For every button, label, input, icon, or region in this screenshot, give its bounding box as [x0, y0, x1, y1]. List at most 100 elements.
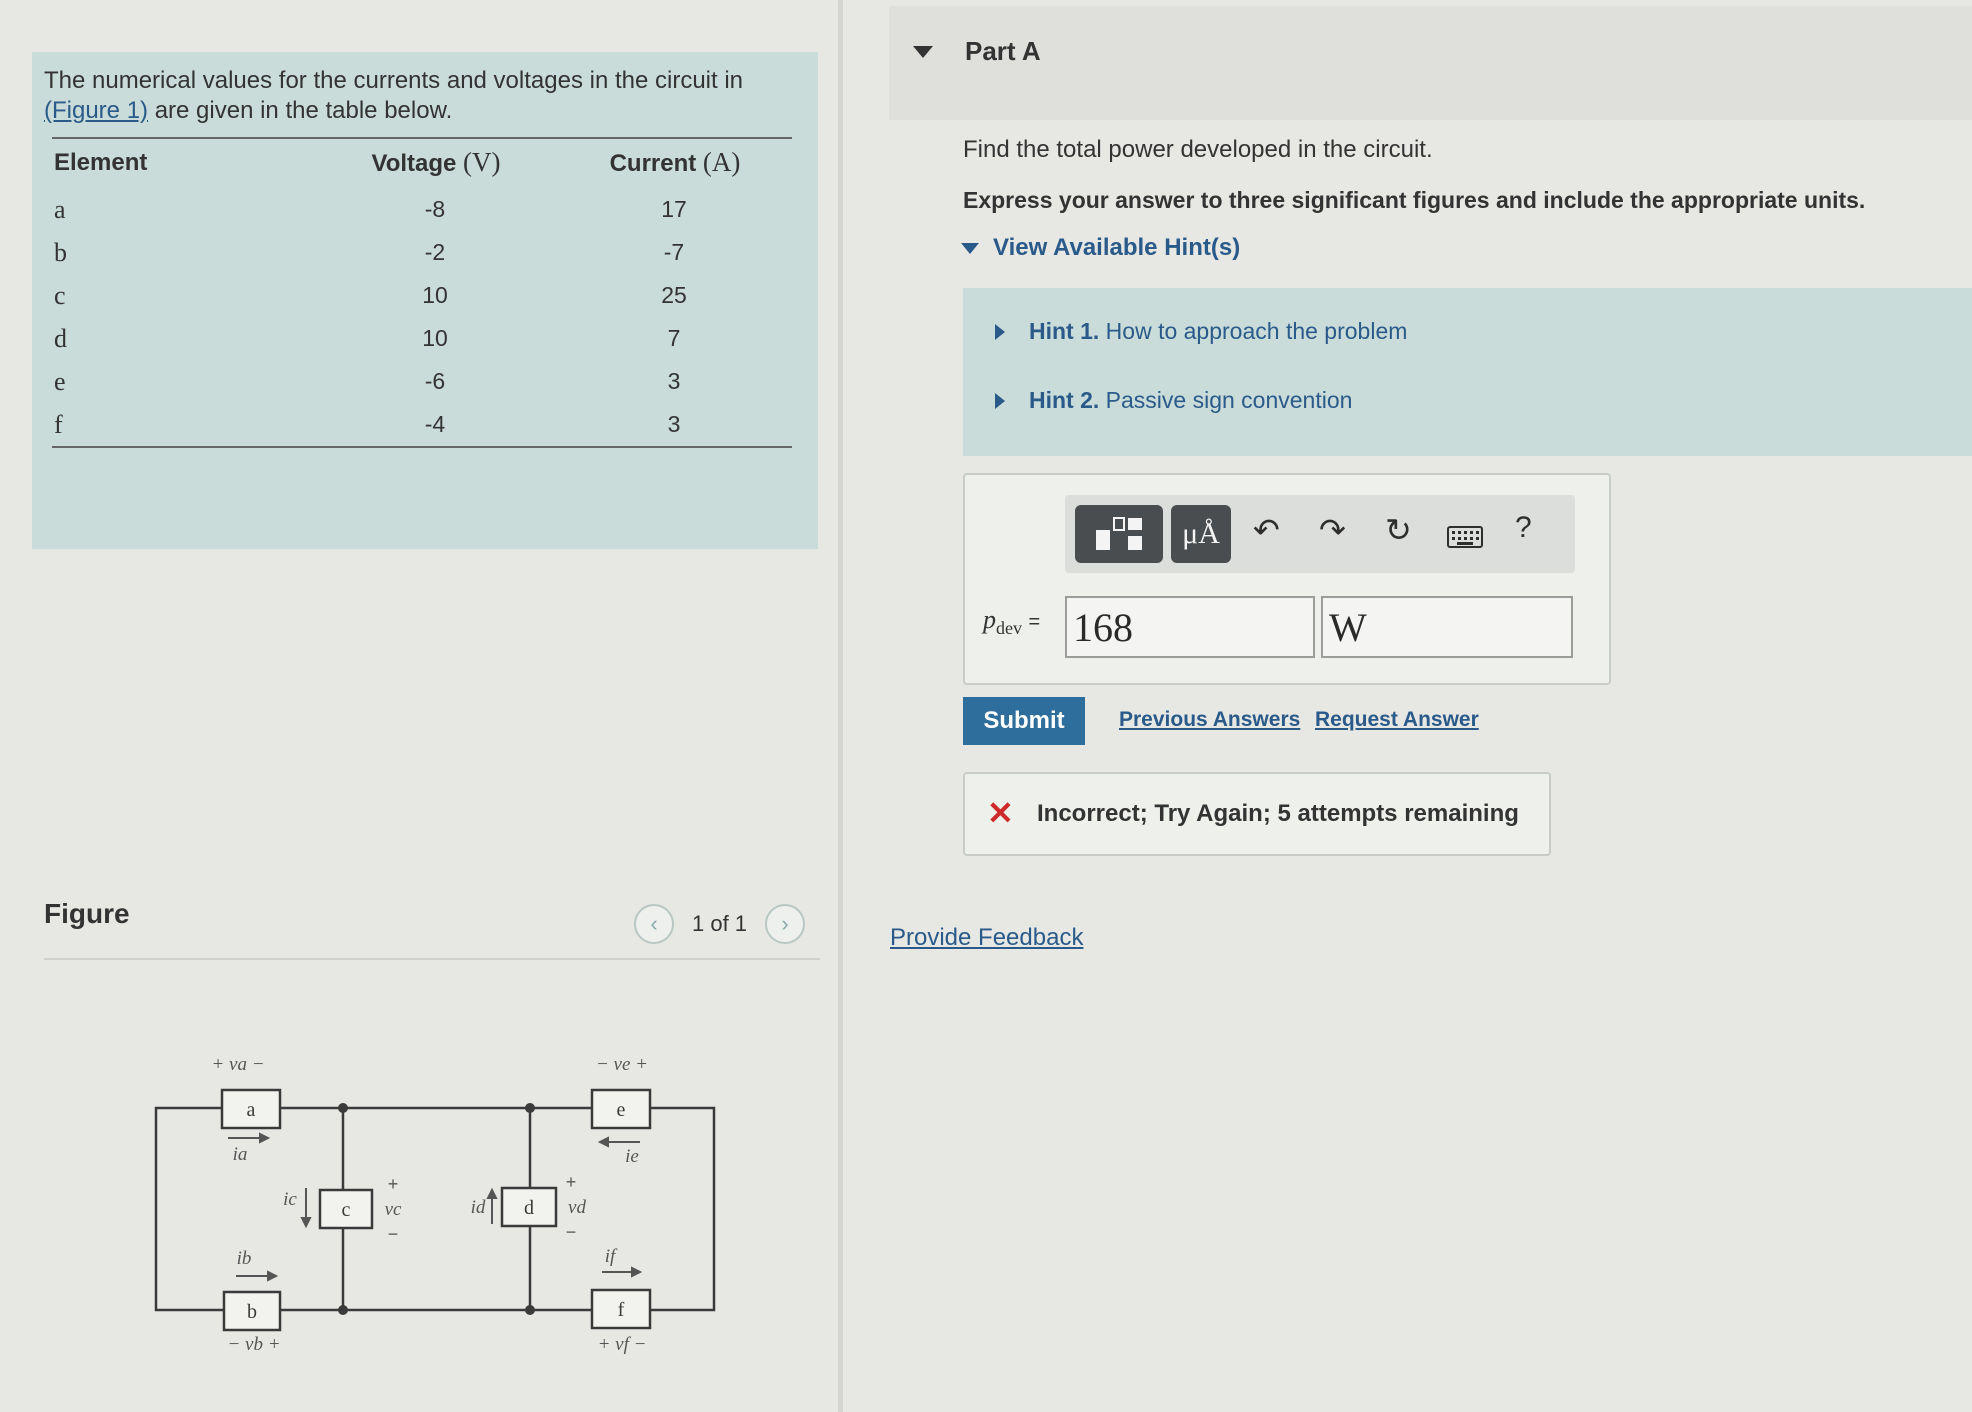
cell-element: f — [54, 409, 63, 439]
node-dot — [338, 1103, 348, 1113]
element-d-label: d — [524, 1197, 534, 1219]
id-arrowhead — [486, 1187, 498, 1199]
table-row: e -6 3 — [52, 360, 792, 403]
hint-2-title: Passive sign convention — [1105, 387, 1353, 413]
table-header-row: Element Voltage (V) Current (A) — [52, 138, 792, 188]
hint-1-title: How to approach the problem — [1105, 318, 1408, 344]
intro-text-after: are given in the table below. — [154, 97, 453, 124]
right-panel: Part A Find the total power developed in… — [843, 0, 1972, 1412]
ib-label: ib — [237, 1248, 252, 1269]
cell-current: 7 — [667, 325, 681, 351]
previous-answers-link[interactable]: Previous Answers — [1119, 708, 1300, 732]
part-title: Part A — [965, 36, 1041, 66]
element-b-label: b — [247, 1301, 257, 1323]
ic-arrowhead — [300, 1217, 312, 1229]
collapse-triangle-icon[interactable] — [913, 46, 933, 58]
hint-2[interactable]: Hint 2. Passive sign convention — [995, 387, 1352, 414]
question-text: Find the total power developed in the ci… — [963, 136, 1433, 163]
cell-voltage: -4 — [424, 411, 446, 437]
hint-1[interactable]: Hint 1. How to approach the problem — [995, 318, 1407, 345]
redo-icon[interactable]: ↷ — [1319, 511, 1346, 549]
units-button[interactable]: μÅ — [1171, 505, 1231, 563]
cell-voltage: 10 — [422, 282, 448, 308]
answer-label-sub: dev — [996, 618, 1022, 639]
ib-arrowhead — [267, 1270, 279, 1282]
table-row: b -2 -7 — [52, 231, 792, 274]
table-row: c 10 25 — [52, 274, 792, 317]
cell-current: 17 — [661, 196, 687, 222]
values-table: Element Voltage (V) Current (A) a -8 17 — [52, 137, 792, 448]
node-dot — [525, 1305, 535, 1315]
chevron-right-icon[interactable]: › — [765, 904, 806, 944]
vb-label: − vb + — [227, 1334, 280, 1355]
vd-minus: − — [566, 1222, 577, 1242]
table-row: a -8 17 — [52, 188, 792, 231]
vc-minus: − — [388, 1224, 399, 1244]
header-element: Element — [54, 148, 148, 176]
expand-hint-icon — [995, 323, 1005, 340]
expand-triangle-icon — [961, 242, 979, 254]
ie-arrowhead — [597, 1136, 609, 1148]
problem-statement: The numerical values for the currents an… — [32, 52, 818, 549]
ia-label: ia — [233, 1144, 248, 1165]
intro-text-before: The numerical values for the currents an… — [44, 67, 744, 94]
help-button[interactable]: ? — [1515, 511, 1532, 545]
answer-value-input[interactable] — [1065, 596, 1315, 658]
header-voltage-label: Voltage — [371, 150, 457, 177]
cell-current: 25 — [661, 282, 687, 308]
header-voltage: Voltage (V) — [314, 138, 556, 188]
hints-panel: Hint 1. How to approach the problem Hint… — [963, 288, 1972, 456]
templates-icon[interactable] — [1075, 505, 1163, 563]
instruction-text: Express your answer to three significant… — [963, 187, 1866, 213]
request-answer-link[interactable]: Request Answer — [1315, 708, 1479, 732]
submit-button[interactable]: Submit — [963, 697, 1085, 745]
undo-icon[interactable]: ↶ — [1253, 511, 1280, 549]
va-label: + va − — [211, 1054, 264, 1075]
reset-icon[interactable]: ↻ — [1385, 511, 1412, 549]
answer-label-var: p — [983, 605, 996, 634]
if-arrowhead — [631, 1266, 643, 1278]
cell-element: a — [54, 194, 66, 224]
cell-current: 3 — [667, 411, 681, 437]
cell-voltage: -6 — [424, 368, 446, 394]
header-current-label: Current — [609, 150, 697, 177]
problem-intro: The numerical values for the currents an… — [44, 66, 804, 126]
vc-plus: + — [388, 1174, 399, 1194]
view-hints-toggle[interactable]: View Available Hint(s) — [961, 234, 1240, 262]
header-voltage-unit: (V) — [463, 147, 501, 177]
ia-arrowhead — [259, 1132, 271, 1144]
chevron-left-icon[interactable]: ‹ — [634, 904, 674, 944]
cell-voltage: -8 — [424, 196, 446, 222]
cell-element: c — [54, 280, 66, 310]
vd-plus: + — [566, 1172, 577, 1192]
figure-divider — [44, 958, 820, 960]
element-a-label: a — [247, 1099, 256, 1121]
node-dot — [338, 1305, 348, 1315]
table-row: f -4 3 — [52, 403, 792, 447]
left-panel: The numerical values for the currents an… — [0, 0, 838, 1412]
math-toolbar: μÅ ↶ ↷ ↻ ? — [1065, 495, 1575, 573]
header-current-unit: (A) — [702, 147, 741, 177]
ve-label: − ve + — [596, 1054, 648, 1075]
expand-hint-icon — [995, 392, 1005, 409]
feedback-text: Incorrect; Try Again; 5 attempts remaini… — [1037, 800, 1519, 827]
header-current: Current (A) — [556, 138, 792, 188]
figure-title: Figure — [44, 898, 130, 929]
table-row: d 10 7 — [52, 317, 792, 360]
cell-element: d — [54, 323, 67, 353]
figure-link[interactable]: (Figure 1) — [44, 97, 148, 124]
right-wire — [650, 1106, 716, 1312]
part-header[interactable]: Part A — [889, 6, 1972, 120]
hint-2-number: Hint 2. — [1029, 387, 1100, 413]
keyboard-icon[interactable] — [1447, 519, 1483, 556]
answer-unit-input[interactable] — [1321, 596, 1573, 658]
provide-feedback-link[interactable]: Provide Feedback — [890, 924, 1083, 952]
element-c-label: c — [342, 1199, 351, 1221]
element-e-label: e — [617, 1099, 626, 1121]
cell-element: b — [54, 237, 67, 267]
keyboard-glyph — [1447, 526, 1483, 548]
cell-current: 3 — [667, 368, 681, 394]
vc-label: vc — [385, 1199, 402, 1220]
answer-label-equals: = — [1028, 611, 1041, 633]
answer-label: pdev = — [983, 605, 1040, 639]
